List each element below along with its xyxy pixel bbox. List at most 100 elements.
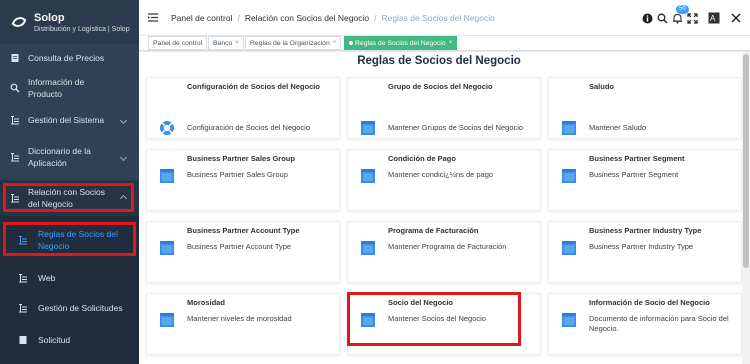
card-description: Mantener condici¿½ns de pago <box>388 170 494 179</box>
search-icon <box>10 83 20 93</box>
sidebar-item-bp-rules[interactable]: Reglas de Socios del Negocio <box>0 222 139 258</box>
tag-bp-rules[interactable]: Reglas de Socios del Negocio × <box>344 36 458 50</box>
window-icon <box>562 241 576 255</box>
sidebar-item-label: Diccionario de la Aplicación <box>28 146 91 168</box>
sidebar: Solop Distribución y Logística | Solop C… <box>0 0 139 364</box>
breadcrumb-separator: / <box>374 13 377 23</box>
card-title: Saludo <box>589 82 615 91</box>
close-icon[interactable] <box>730 12 742 24</box>
card-bp-account-type[interactable]: Business Partner Account Type Business P… <box>146 221 340 283</box>
logo-icon <box>11 17 27 27</box>
card-title: Programa de Facturación <box>388 226 479 235</box>
card-description: Configuración de Socios del Negocio <box>187 123 310 132</box>
sidebar-item-app-dictionary[interactable]: Diccionario de la Aplicación <box>0 138 139 176</box>
card-business-partner[interactable]: Socio del Negocio Mantener Socios del Ne… <box>347 293 541 355</box>
card-title: Información de Socio del Negocio <box>589 298 710 307</box>
sidebar-item-business-partner-relations[interactable]: Relación con Socios del Negocio <box>0 180 139 216</box>
tag-dashboard[interactable]: Panel de control <box>148 36 208 50</box>
tag-label: Reglas de la Organización <box>250 39 330 47</box>
tag-org-rules[interactable]: Reglas de la Organización × <box>245 36 342 50</box>
close-icon[interactable]: × <box>235 40 239 46</box>
sidebar-item-system-management[interactable]: Gestión del Sistema <box>0 106 139 134</box>
price-list-icon <box>10 53 20 63</box>
breadcrumb: Panel de control / Relación con Socios del… <box>171 13 495 23</box>
active-dot-icon <box>349 41 353 45</box>
window-icon <box>160 169 174 183</box>
info-icon[interactable] <box>641 12 653 24</box>
card-description: Business Partner Segment <box>589 170 679 179</box>
brand-title: Solop <box>34 11 65 24</box>
card-title: Morosidad <box>187 298 225 307</box>
brand-subtitle: Distribución y Logística | Solop <box>34 25 130 33</box>
tree-icon <box>10 193 20 203</box>
window-icon <box>562 121 576 135</box>
card-bp-sales-group[interactable]: Business Partner Sales Group Business Pa… <box>146 149 340 211</box>
language-icon[interactable]: A <box>708 12 720 24</box>
card-title: Condición de Pago <box>388 154 456 163</box>
search-icon[interactable] <box>656 12 668 24</box>
card-title: Business Partner Industry Type <box>589 226 702 235</box>
card-bp-group[interactable]: Grupo de Socios del Negocio Mantener Gru… <box>347 77 541 139</box>
sidebar-item-label: Gestión del Sistema <box>28 115 105 125</box>
card-description: Documento de información para Socio del … <box>589 314 729 333</box>
tags-view: Panel de control Banco × Reglas de la Org… <box>139 36 750 51</box>
tag-label: Banco <box>213 39 233 47</box>
sidebar-item-label: Reglas de Socios del Negocio <box>38 229 118 251</box>
tree-icon <box>18 303 28 313</box>
main-content: Reglas de Socios del Negocio Configuraci… <box>139 52 750 364</box>
sidebar-item-product-info[interactable]: Información de Producto <box>0 74 139 102</box>
window-icon <box>562 169 576 183</box>
card-description: Mantener Programa de Facturación <box>388 242 507 251</box>
card-bp-segment[interactable]: Business Partner Segment Business Partne… <box>548 149 742 211</box>
sidebar-item-label: Consulta de Precios <box>28 53 105 63</box>
window-icon <box>160 241 174 255</box>
window-icon <box>361 121 375 135</box>
card-bp-info[interactable]: Información de Socio del Negocio Documen… <box>548 293 742 355</box>
sidebar-item-label: Gestión de Solicitudes <box>38 303 123 313</box>
card-title: Business Partner Account Type <box>187 226 300 235</box>
card-title: Configuración de Socios del Negocio <box>187 82 320 91</box>
page-title: Reglas de Socios del Negocio <box>357 55 521 67</box>
card-invoice-schedule[interactable]: Programa de Facturación Mantener Program… <box>347 221 541 283</box>
sidebar-item-web[interactable]: Web <box>0 264 139 292</box>
card-description: Mantener niveles de morosidad <box>187 314 292 323</box>
card-title: Socio del Negocio <box>388 298 454 307</box>
card-title: Business Partner Sales Group <box>187 154 295 163</box>
vertical-scrollbar[interactable] <box>742 52 750 364</box>
breadcrumb-separator: / <box>237 13 240 23</box>
hamburger-icon[interactable] <box>148 13 158 22</box>
tree-icon <box>18 273 28 283</box>
breadcrumb-item[interactable]: Panel de control <box>171 13 232 23</box>
svg-text:A: A <box>710 14 716 23</box>
close-icon[interactable]: × <box>449 40 453 46</box>
breadcrumb-current: Reglas de Socios del Negocio <box>381 13 495 23</box>
card-title: Business Partner Segment <box>589 154 685 163</box>
card-dunning[interactable]: Morosidad Mantener niveles de morosidad <box>146 293 340 355</box>
card-description: Mantener Saludo <box>589 123 647 132</box>
window-icon <box>361 169 375 183</box>
card-description: Mantener Grupos de Socios del Negocio <box>388 123 524 132</box>
sidebar-item-request-management[interactable]: Gestión de Solicitudes <box>0 294 139 322</box>
brand-logo[interactable]: Solop Distribución y Logística | Solop <box>0 0 139 44</box>
app-root: Solop Distribución y Logística | Solop C… <box>0 0 750 364</box>
close-icon[interactable]: × <box>333 40 337 46</box>
scrollbar-thumb[interactable] <box>743 54 749 268</box>
sidebar-item-label: Relación con Socios del Negocio <box>28 187 106 209</box>
card-payment-term[interactable]: Condición de Pago Mantener condici¿½ns d… <box>347 149 541 211</box>
window-icon <box>361 241 375 255</box>
sidebar-item-price-lookup[interactable]: Consulta de Precios <box>0 44 139 72</box>
sidebar-item-request[interactable]: Solicitud <box>0 326 139 354</box>
card-greeting[interactable]: Saludo Mantener Saludo <box>548 77 742 139</box>
card-bp-industry-type[interactable]: Business Partner Industry Type Business … <box>548 221 742 283</box>
document-icon <box>18 335 28 345</box>
breadcrumb-item[interactable]: Relación con Socios del Negocio <box>245 13 369 23</box>
lifebuoy-icon <box>160 121 174 135</box>
card-description: Mantener Socios del Negocio <box>388 314 486 323</box>
card-description: Business Partner Account Type <box>187 242 292 251</box>
card-bp-setup[interactable]: Configuración de Socios del Negocio Conf… <box>146 77 340 139</box>
sidebar-item-label: Información de Producto <box>28 77 85 99</box>
tree-icon <box>10 115 20 125</box>
tree-icon <box>10 152 20 162</box>
fullscreen-icon[interactable] <box>686 12 698 24</box>
tag-bank[interactable]: Banco × <box>208 36 244 50</box>
